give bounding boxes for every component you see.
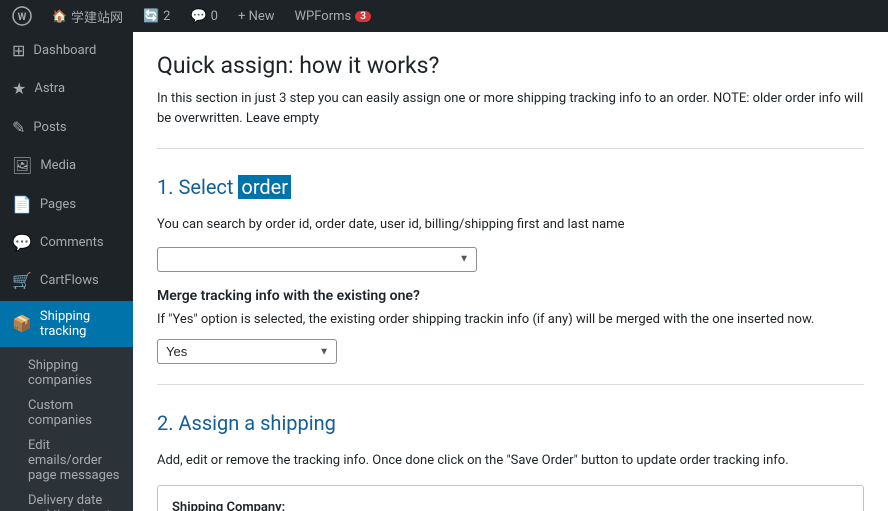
shipping-company-section: Shipping Company: DHL Poland Domestic DH… xyxy=(157,485,864,511)
admin-bar-wpforms[interactable]: WPForms 3 xyxy=(291,9,375,24)
sidebar-submenu: Shipping companies Custom companies Edit… xyxy=(0,347,133,511)
merge-section: Merge tracking info with the existing on… xyxy=(157,288,864,365)
section-1-title: 1. Select order xyxy=(157,165,864,207)
merge-title: Merge tracking info with the existing on… xyxy=(157,288,864,304)
main-layout: ⊞ Dashboard ★ Astra ✎ Posts 🖼 Media 📄 Pa… xyxy=(0,32,888,511)
admin-bar-updates[interactable]: 🔄 2 xyxy=(139,9,175,24)
sidebar-label-posts: Posts xyxy=(33,119,66,137)
shipping-company-label: Shipping Company: xyxy=(172,500,849,511)
sidebar-label-media: Media xyxy=(40,157,76,175)
sidebar: ⊞ Dashboard ★ Astra ✎ Posts 🖼 Media 📄 Pa… xyxy=(0,32,133,511)
sidebar-label-comments: Comments xyxy=(40,234,104,252)
admin-bar-comments[interactable]: 💬 0 xyxy=(186,9,222,24)
admin-bar-new[interactable]: + New xyxy=(234,9,279,24)
sidebar-label-pages: Pages xyxy=(40,196,76,214)
posts-icon: ✎ xyxy=(12,117,25,139)
section-2: 2. Assign a shipping Add, edit or remove… xyxy=(157,401,864,511)
admin-bar-wp-logo[interactable]: W xyxy=(8,6,36,26)
order-search-select[interactable] xyxy=(157,247,477,272)
sidebar-item-dashboard[interactable]: ⊞ Dashboard xyxy=(0,32,133,70)
page-description: In this section in just 3 step you can e… xyxy=(157,89,864,128)
section-1-desc: You can search by order id, order date, … xyxy=(157,215,864,235)
divider-2 xyxy=(157,384,864,385)
page-title: Quick assign: how it works? xyxy=(157,52,864,79)
merge-desc: If "Yes" option is selected, the existin… xyxy=(157,310,864,330)
section-2-title-text: Assign a shipping xyxy=(174,411,336,435)
sidebar-label-dashboard: Dashboard xyxy=(33,42,96,60)
admin-bar: W 🏠 学建站网 🔄 2 💬 0 + New WPForms 3 xyxy=(0,0,888,32)
sidebar-item-shipping-tracking[interactable]: 📦 Shipping tracking xyxy=(0,301,133,347)
admin-bar-site[interactable]: 🏠 学建站网 xyxy=(48,7,127,26)
comments-icon: 💬 xyxy=(12,232,32,254)
section-2-title: 2. Assign a shipping xyxy=(157,401,864,443)
divider-1 xyxy=(157,148,864,149)
merge-select[interactable]: Yes No xyxy=(157,339,337,364)
sidebar-item-comments[interactable]: 💬 Comments xyxy=(0,224,133,262)
section-2-number: 2. xyxy=(157,411,174,435)
sidebar-item-posts[interactable]: ✎ Posts xyxy=(0,109,133,147)
astra-icon: ★ xyxy=(12,78,26,100)
order-search-wrapper[interactable] xyxy=(157,247,477,272)
pages-icon: 📄 xyxy=(12,194,32,216)
sidebar-sub-delivery-date[interactable]: Delivery date and time input fields xyxy=(28,488,133,511)
section-1-title-highlight: order xyxy=(238,175,291,199)
media-icon: 🖼 xyxy=(12,155,32,177)
section-1-number: 1. xyxy=(157,175,174,199)
sidebar-sub-shipping-companies[interactable]: Shipping companies xyxy=(28,353,133,393)
sidebar-item-cartflows[interactable]: 🛒 CartFlows xyxy=(0,262,133,300)
sidebar-label-cartflows: CartFlows xyxy=(40,272,99,290)
sidebar-label-astra: Astra xyxy=(34,80,65,98)
sidebar-item-astra[interactable]: ★ Astra xyxy=(0,70,133,108)
sidebar-sub-custom-companies[interactable]: Custom companies xyxy=(28,393,133,433)
dashboard-icon: ⊞ xyxy=(12,40,25,62)
merge-select-wrapper[interactable]: Yes No xyxy=(157,339,337,364)
sidebar-label-shipping-tracking: Shipping tracking xyxy=(40,309,121,339)
section-2-desc: Add, edit or remove the tracking info. O… xyxy=(157,451,864,471)
section-1: 1. Select order You can search by order … xyxy=(157,165,864,272)
svg-text:W: W xyxy=(18,12,27,23)
section-1-title-prefix: Select xyxy=(178,175,238,199)
sidebar-sub-edit-emails[interactable]: Edit emails/order page messages xyxy=(28,433,133,488)
sidebar-item-pages[interactable]: 📄 Pages xyxy=(0,186,133,224)
main-content: Quick assign: how it works? In this sect… xyxy=(133,32,888,511)
shipping-tracking-icon: 📦 xyxy=(12,314,32,333)
sidebar-item-media[interactable]: 🖼 Media xyxy=(0,147,133,185)
wpforms-badge: 3 xyxy=(355,11,371,22)
cartflows-icon: 🛒 xyxy=(12,270,32,292)
